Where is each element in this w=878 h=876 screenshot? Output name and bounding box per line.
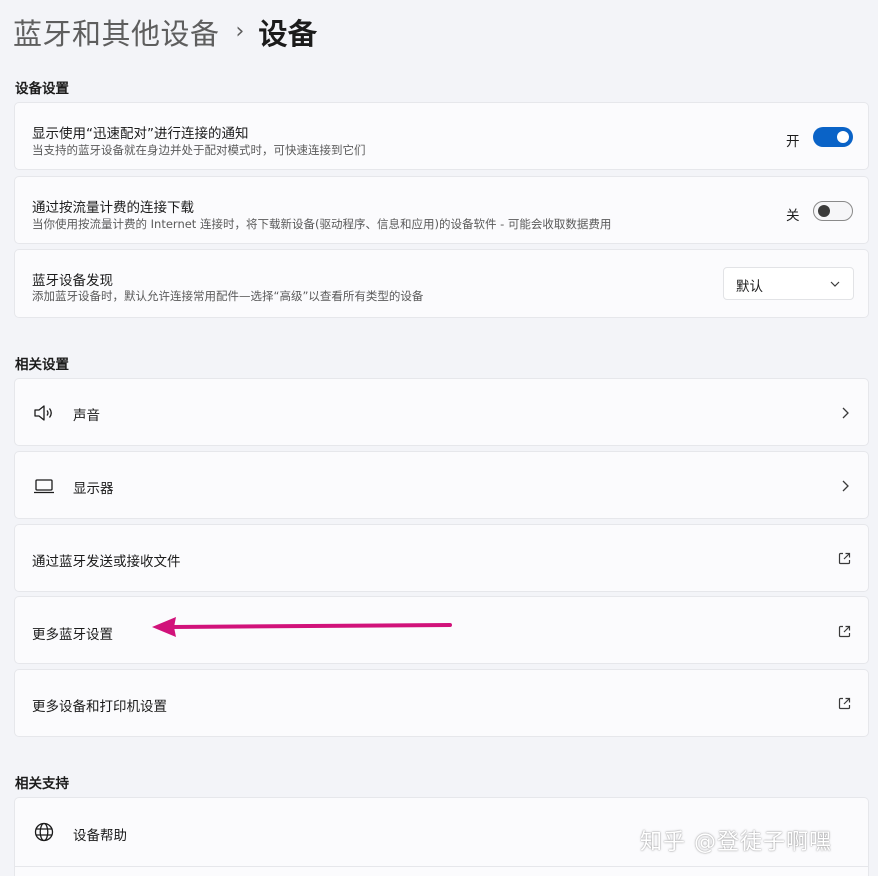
- chevron-down-icon: [830, 281, 840, 287]
- external-link-icon: [838, 625, 851, 638]
- annotation-arrow-icon: [152, 617, 452, 637]
- swift-pair-title: 显示使用“迅速配对”进行连接的通知: [32, 126, 249, 142]
- bluetooth-discovery-description: 添加蓝牙设备时，默认允许连接常用配件—选择“高级”以查看所有类型的设备: [32, 289, 424, 303]
- breadcrumb-separator-icon: ›: [235, 18, 245, 44]
- dropdown-selected-value: 默认: [736, 279, 763, 295]
- globe-icon: [34, 822, 54, 842]
- chevron-right-icon: [842, 407, 849, 419]
- related-item-sound[interactable]: 声音: [14, 378, 869, 446]
- metered-download-setting: 通过按流量计费的连接下载 当你使用按流量计费的 Internet 连接时，将下载…: [14, 176, 869, 244]
- toggle-knob: [837, 131, 849, 143]
- laptop-icon: [34, 479, 54, 494]
- page-title: 设备: [258, 17, 318, 51]
- bluetooth-discovery-title: 蓝牙设备发现: [32, 273, 113, 289]
- related-item-display[interactable]: 显示器: [14, 451, 869, 519]
- swift-pair-toggle[interactable]: [813, 127, 853, 147]
- section-title-related-settings: 相关设置: [15, 357, 69, 373]
- speaker-icon: [34, 405, 52, 421]
- related-item-devices-and-printers[interactable]: 更多设备和打印机设置: [14, 669, 869, 737]
- chevron-right-icon: [842, 480, 849, 492]
- related-item-bluetooth-file-transfer[interactable]: 通过蓝牙发送或接收文件: [14, 524, 869, 592]
- section-title-device-settings: 设备设置: [15, 81, 69, 97]
- related-item-label: 更多蓝牙设置: [32, 627, 113, 643]
- related-item-label: 显示器: [73, 481, 114, 497]
- metered-download-toggle[interactable]: [813, 201, 853, 221]
- watermark: 知乎 @登徒子啊嘿: [640, 830, 832, 855]
- metered-download-title: 通过按流量计费的连接下载: [32, 200, 194, 216]
- section-title-related-support: 相关支持: [15, 776, 69, 792]
- bluetooth-discovery-setting: 蓝牙设备发现 添加蓝牙设备时，默认允许连接常用配件—选择“高级”以查看所有类型的…: [14, 249, 869, 318]
- metered-download-toggle-label: 关: [786, 208, 800, 224]
- metered-download-description: 当你使用按流量计费的 Internet 连接时，将下载新设备(驱动程序、信息和应…: [32, 217, 612, 231]
- external-link-icon: [838, 552, 851, 565]
- divider: [15, 866, 868, 867]
- external-link-icon: [838, 697, 851, 710]
- swift-pair-setting: 显示使用“迅速配对”进行连接的通知 当支持的蓝牙设备就在身边并处于配对模式时，可…: [14, 102, 869, 170]
- settings-page: 蓝牙和其他设备 › 设备 设备设置 显示使用“迅速配对”进行连接的通知 当支持的…: [0, 0, 878, 876]
- related-item-label: 通过蓝牙发送或接收文件: [32, 554, 181, 570]
- breadcrumb: 蓝牙和其他设备 › 设备: [13, 10, 317, 54]
- bluetooth-discovery-dropdown[interactable]: 默认: [723, 267, 854, 300]
- breadcrumb-parent[interactable]: 蓝牙和其他设备: [13, 11, 220, 53]
- support-item-label: 设备帮助: [73, 828, 127, 844]
- swift-pair-toggle-label: 开: [786, 134, 800, 150]
- swift-pair-description: 当支持的蓝牙设备就在身边并处于配对模式时，可快速连接到它们: [32, 143, 366, 157]
- toggle-knob: [818, 205, 830, 217]
- related-item-label: 声音: [73, 408, 100, 424]
- related-item-label: 更多设备和打印机设置: [32, 699, 167, 715]
